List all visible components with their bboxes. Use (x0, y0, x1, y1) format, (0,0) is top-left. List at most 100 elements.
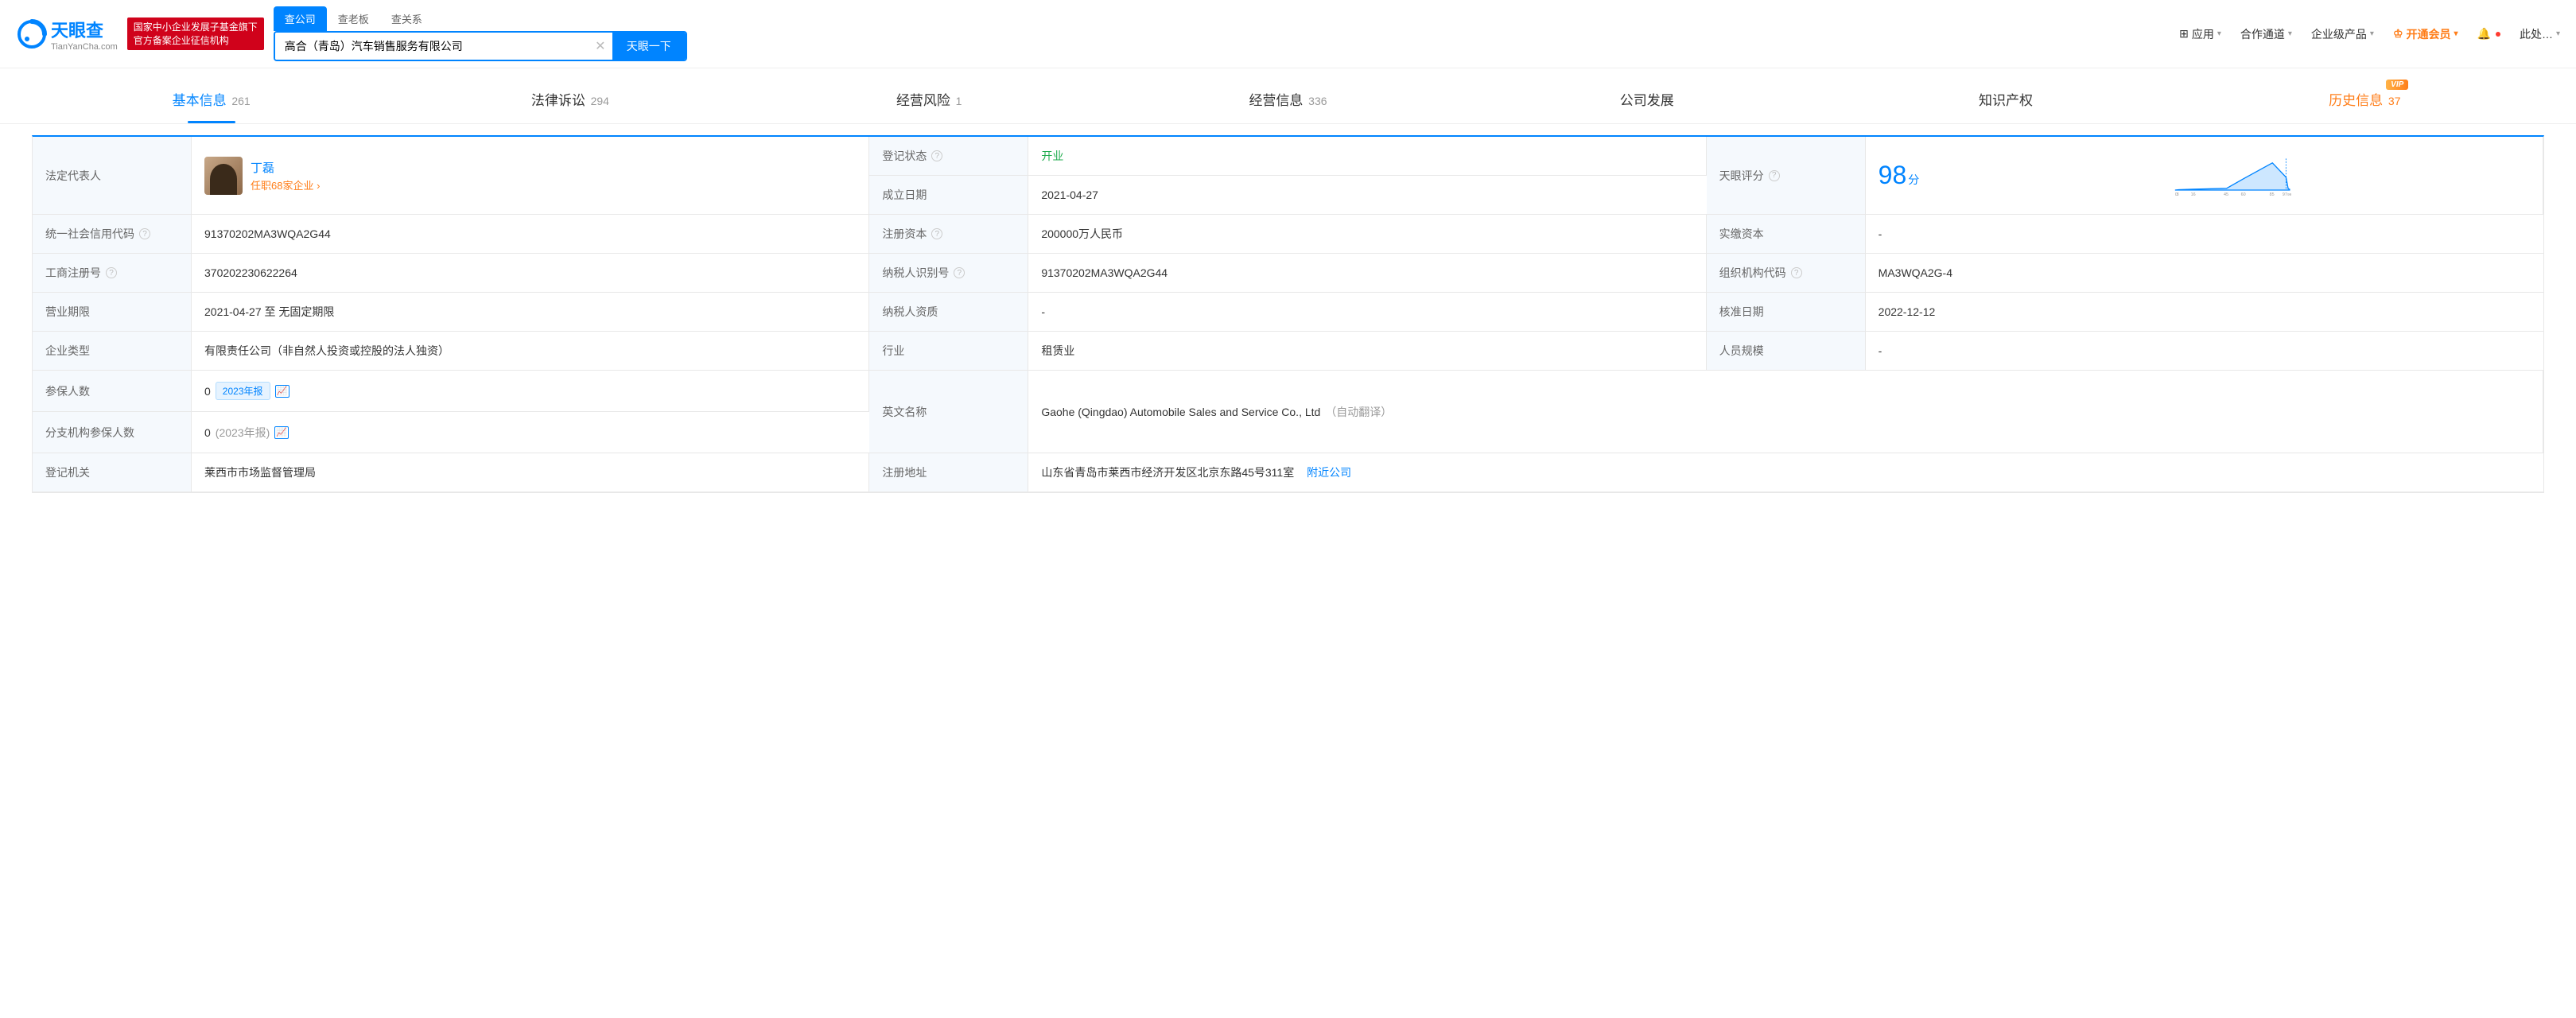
value-industry: 租赁业 (1028, 332, 1706, 371)
clear-icon[interactable]: ✕ (589, 33, 612, 60)
section-tabs: 基本信息 261 法律诉讼 294 经营风险 1 经营信息 336 公司发展 知… (0, 68, 2576, 124)
tab-basic-info[interactable]: 基本信息 261 (32, 80, 390, 123)
help-icon[interactable]: ? (954, 267, 965, 278)
value-biz-reg-no: 370202230622264 (192, 254, 869, 293)
label-reg-addr: 注册地址 (869, 453, 1028, 492)
label-reg-auth: 登记机关 (33, 453, 192, 492)
tab-ip[interactable]: 知识产权 (1826, 80, 2185, 123)
tab-risk[interactable]: 经营风险 1 (750, 80, 1109, 123)
label-tax-id: 纳税人识别号? (869, 254, 1028, 293)
value-ent-type: 有限责任公司（非自然人投资或控股的法人独资） (192, 332, 869, 371)
svg-text:85: 85 (2270, 192, 2275, 197)
table-row: 企业类型 有限责任公司（非自然人投资或控股的法人独资） 行业 租赁业 人员规模 … (33, 332, 2543, 371)
trend-icon[interactable]: 📈 (274, 426, 289, 439)
svg-text:60: 60 (2241, 192, 2246, 197)
value-branch-insured: 0 (2023年报) 📈 (192, 412, 869, 453)
table-row: 营业期限 2021-04-27 至 无固定期限 纳税人资质 - 核准日期 202… (33, 293, 2543, 332)
nav-notifications[interactable]: 🔔 (2477, 27, 2500, 41)
logo-text: 天眼查 TianYanCha.com (51, 17, 118, 52)
search-box: ✕ 天眼一下 (274, 31, 687, 61)
search-area: 查公司 查老板 查关系 ✕ 天眼一下 (274, 6, 687, 61)
svg-text:45: 45 (2224, 192, 2228, 197)
value-legal-rep: 丁磊 任职68家企业 (192, 137, 869, 215)
vip-badge: VIP (2386, 80, 2408, 90)
nav-links: ⊞ 应用▾ 合作通道▾ 企业级产品▾ ♔ 开通会员▾ 🔔 此处…▾ (2179, 26, 2560, 42)
search-tab-boss[interactable]: 查老板 (327, 6, 380, 31)
label-est-date: 成立日期 (869, 176, 1028, 215)
table-row: 参保人数 0 2023年报 📈 英文名称 Gaohe (Qingdao) Aut… (33, 371, 2543, 453)
value-usci: 91370202MA3WQA2G44 (192, 215, 869, 254)
trend-icon[interactable]: 📈 (275, 385, 289, 398)
help-icon[interactable]: ? (139, 228, 150, 239)
logo[interactable]: 天眼查 TianYanCha.com (16, 17, 118, 52)
tab-operation[interactable]: 经营信息 336 (1109, 80, 1467, 123)
legal-rep-name-link[interactable]: 丁磊 (251, 159, 320, 176)
label-industry: 行业 (869, 332, 1028, 371)
value-reg-addr: 山东省青岛市莱西市经济开发区北京东路45号311室 附近公司 (1028, 453, 2543, 492)
label-paid-capital: 实缴资本 (1707, 215, 1866, 254)
value-est-date: 2021-04-27 (1028, 176, 1706, 215)
help-icon[interactable]: ? (931, 150, 942, 161)
label-insured: 参保人数 (33, 371, 192, 412)
value-en-name: Gaohe (Qingdao) Automobile Sales and Ser… (1028, 371, 2543, 453)
search-tabs: 查公司 查老板 查关系 (274, 6, 687, 31)
year-report-tag[interactable]: 2023年报 (216, 382, 270, 400)
table-row: 登记机关 莱西市市场监督管理局 注册地址 山东省青岛市莱西市经济开发区北京东路4… (33, 453, 2543, 492)
nav-app[interactable]: ⊞ 应用▾ (2179, 26, 2221, 42)
label-org-code: 组织机构代码? (1707, 254, 1866, 293)
nav-coop[interactable]: 合作通道▾ (2240, 26, 2292, 42)
search-tab-company[interactable]: 查公司 (274, 6, 327, 31)
tab-history[interactable]: 历史信息VIP 37 (2186, 80, 2544, 123)
label-staff: 人员规模 (1707, 332, 1866, 371)
value-paid-capital: - (1866, 215, 2543, 254)
value-tax-qual: - (1028, 293, 1706, 332)
grid-icon: ⊞ (2179, 27, 2189, 41)
value-reg-capital: 200000万人民币 (1028, 215, 1706, 254)
label-branch-insured: 分支机构参保人数 (33, 412, 192, 453)
label-approve-date: 核准日期 (1707, 293, 1866, 332)
search-tab-relation[interactable]: 查关系 (380, 6, 433, 31)
crown-icon: ♔ (2393, 27, 2403, 41)
table-row: 法定代表人 丁磊 任职68家企业 登记状态? 开业 天眼评分? 98分 0 3 … (33, 137, 2543, 215)
table-row: 工商注册号? 370202230622264 纳税人识别号? 91370202M… (33, 254, 2543, 293)
legal-rep-companies-link[interactable]: 任职68家企业 (251, 177, 320, 192)
tab-legal[interactable]: 法律诉讼 294 (390, 80, 749, 123)
help-icon[interactable]: ? (1769, 170, 1780, 181)
label-reg-capital: 注册资本? (869, 215, 1028, 254)
value-reg-auth: 莱西市市场监督管理局 (192, 453, 869, 492)
value-tax-id: 91370202MA3WQA2G44 (1028, 254, 1706, 293)
value-term: 2021-04-27 至 无固定期限 (192, 293, 869, 332)
notification-badge (2496, 32, 2500, 37)
company-info-table: 法定代表人 丁磊 任职68家企业 登记状态? 开业 天眼评分? 98分 0 3 … (32, 135, 2544, 493)
table-row: 统一社会信用代码? 91370202MA3WQA2G44 注册资本? 20000… (33, 215, 2543, 254)
svg-text:3: 3 (2177, 192, 2179, 197)
search-input[interactable] (275, 33, 589, 60)
label-usci: 统一社会信用代码? (33, 215, 192, 254)
value-staff: - (1866, 332, 2543, 371)
score-distribution-chart[interactable]: 0 3 16 45 60 85 97 99 (1935, 154, 2530, 197)
help-icon[interactable]: ? (1791, 267, 1802, 278)
nav-enterprise[interactable]: 企业级产品▾ (2311, 26, 2374, 42)
help-icon[interactable]: ? (931, 228, 942, 239)
logo-icon (16, 18, 48, 50)
nav-more[interactable]: 此处…▾ (2520, 26, 2560, 42)
bell-icon: 🔔 (2477, 27, 2491, 41)
search-button[interactable]: 天眼一下 (612, 33, 686, 60)
nearby-companies-link[interactable]: 附近公司 (1307, 464, 1351, 480)
label-biz-reg-no: 工商注册号? (33, 254, 192, 293)
label-score: 天眼评分? (1707, 137, 1866, 215)
svg-text:16: 16 (2191, 192, 2196, 197)
value-approve-date: 2022-12-12 (1866, 293, 2543, 332)
label-reg-status: 登记状态? (869, 137, 1028, 176)
value-org-code: MA3WQA2G-4 (1866, 254, 2543, 293)
header: 天眼查 TianYanCha.com 国家中小企业发展子基金旗下 官方备案企业征… (0, 0, 2576, 68)
tab-development[interactable]: 公司发展 (1467, 80, 1826, 123)
label-en-name: 英文名称 (869, 371, 1028, 453)
label-term: 营业期限 (33, 293, 192, 332)
label-ent-type: 企业类型 (33, 332, 192, 371)
label-tax-qual: 纳税人资质 (869, 293, 1028, 332)
help-icon[interactable]: ? (106, 267, 117, 278)
avatar[interactable] (204, 157, 243, 195)
nav-vip[interactable]: ♔ 开通会员▾ (2393, 26, 2458, 42)
value-insured: 0 2023年报 📈 (192, 371, 869, 412)
